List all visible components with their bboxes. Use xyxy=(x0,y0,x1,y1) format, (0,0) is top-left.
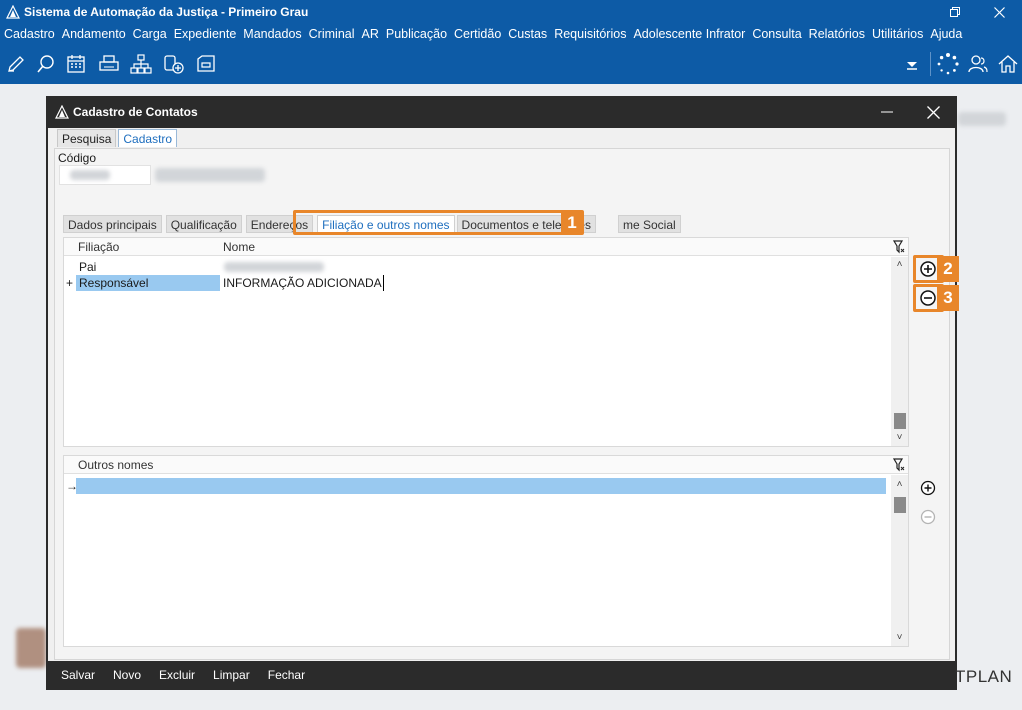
subtab-dados-principais[interactable]: Dados principais xyxy=(63,215,162,233)
close-icon xyxy=(926,105,940,119)
scroll-thumb[interactable] xyxy=(894,413,906,429)
menu-requisitorios[interactable]: Requisitórios xyxy=(552,24,631,44)
codigo-label: Código xyxy=(58,151,97,165)
app-title: Sistema de Automação da Justiça - Primei… xyxy=(24,5,309,19)
callout-highlight-1 xyxy=(293,210,584,235)
salvar-button[interactable]: Salvar xyxy=(61,668,95,682)
dialog-titlebar: Cadastro de Contatos xyxy=(46,96,957,128)
dropdown-arrow-icon[interactable] xyxy=(903,56,921,74)
redacted-text xyxy=(224,262,324,272)
excluir-button[interactable]: Excluir xyxy=(159,668,195,682)
main-menubar: Cadastro Andamento Carga Expediente Mand… xyxy=(0,24,1022,44)
col-outros-nomes[interactable]: Outros nomes xyxy=(78,458,153,472)
dialog-title: Cadastro de Contatos xyxy=(73,105,198,119)
redacted-text xyxy=(70,170,110,180)
home-icon[interactable] xyxy=(996,52,1020,76)
row-marker: + xyxy=(66,276,74,290)
scroll-down-arrow[interactable]: ˅ xyxy=(893,432,906,444)
menu-publicacao[interactable]: Publicação xyxy=(384,24,452,44)
col-filiacao[interactable]: Filiação xyxy=(78,240,119,254)
fechar-button[interactable]: Fechar xyxy=(268,668,305,682)
dialog-logo-icon xyxy=(55,105,69,119)
inbox-icon[interactable] xyxy=(194,52,218,76)
print-icon[interactable] xyxy=(97,52,121,76)
filiacao-scrollbar[interactable]: ˄ ˅ xyxy=(891,257,908,446)
filter-icon[interactable] xyxy=(893,458,905,472)
outros-nomes-grid: Outros nomes → ˄ ˅ xyxy=(63,455,909,647)
scroll-up-arrow[interactable]: ˄ xyxy=(893,479,906,491)
filiacao-grid-header: Filiação Nome xyxy=(64,238,908,256)
minimize-icon xyxy=(881,111,893,113)
subtab-qualificacao[interactable]: Qualificação xyxy=(165,215,242,233)
hierarchy-icon[interactable] xyxy=(129,52,153,76)
callout-badge-3: 3 xyxy=(937,285,959,311)
scroll-up-arrow[interactable]: ˄ xyxy=(893,259,906,271)
redacted-text xyxy=(155,168,265,182)
menu-expediente[interactable]: Expediente xyxy=(172,24,242,44)
col-nome[interactable]: Nome xyxy=(223,240,255,254)
app-titlebar: Sistema de Automação da Justiça - Primei… xyxy=(0,0,1022,24)
subtab-nome-social[interactable]: me Social xyxy=(617,215,681,233)
codigo-field[interactable] xyxy=(59,165,151,185)
dialog-minimize-button[interactable] xyxy=(872,96,902,128)
menu-consulta[interactable]: Consulta xyxy=(750,24,806,44)
row-pai-filiacao[interactable]: Pai xyxy=(79,259,96,275)
edit-icon[interactable] xyxy=(4,52,28,76)
row-responsavel-filiacao[interactable]: Responsável xyxy=(76,275,220,291)
contacts-dialog: Cadastro de Contatos Pesquisa Cadastro C… xyxy=(46,96,959,690)
scroll-thumb[interactable] xyxy=(894,497,906,513)
menu-custas[interactable]: Custas xyxy=(506,24,552,44)
scroll-down-arrow[interactable]: ˅ xyxy=(893,632,906,644)
callout-badge-2: 2 xyxy=(937,256,959,282)
users-icon[interactable] xyxy=(966,52,990,76)
redacted-image xyxy=(16,628,46,668)
menu-mandados[interactable]: Mandados xyxy=(241,24,306,44)
row-marker: → xyxy=(66,479,78,493)
menu-criminal[interactable]: Criminal xyxy=(307,24,360,44)
outros-nomes-new-row[interactable] xyxy=(76,478,886,494)
brand-logo: TPLAN xyxy=(955,667,1013,686)
remove-outro-nome-icon[interactable] xyxy=(919,508,937,526)
money-add-icon[interactable] xyxy=(162,52,186,76)
novo-button[interactable]: Novo xyxy=(113,668,141,682)
redacted-text xyxy=(958,112,1006,126)
restore-icon xyxy=(950,7,960,17)
top-tabs: Pesquisa Cadastro xyxy=(57,129,179,148)
main-toolbar xyxy=(0,44,1022,84)
row-responsavel-nome[interactable]: INFORMAÇÃO ADICIONADA xyxy=(223,275,384,291)
add-outro-nome-icon[interactable] xyxy=(919,479,937,497)
outros-grid-header: Outros nomes xyxy=(64,456,908,474)
app-logo-icon xyxy=(6,5,20,19)
dialog-footer: Salvar Novo Excluir Limpar Fechar xyxy=(48,661,955,688)
menu-andamento[interactable]: Andamento xyxy=(60,24,131,44)
cadastro-page: Código Dados principais Qualificação End… xyxy=(54,148,959,660)
filiacao-grid: Filiação Nome Pai + Responsável INFORMAÇ… xyxy=(63,237,909,447)
menu-ar[interactable]: AR xyxy=(360,24,384,44)
close-window-button[interactable] xyxy=(976,0,1022,24)
menu-certidao[interactable]: Certidão xyxy=(452,24,506,44)
limpar-button[interactable]: Limpar xyxy=(213,668,250,682)
outros-scrollbar[interactable]: ˄ ˅ xyxy=(891,475,908,646)
dialog-body: Pesquisa Cadastro Código Dados principai… xyxy=(48,128,959,661)
tab-pesquisa[interactable]: Pesquisa xyxy=(57,129,117,147)
callout-badge-1: 1 xyxy=(561,211,583,234)
close-icon xyxy=(993,6,1005,18)
menu-utilitarios[interactable]: Utilitários xyxy=(870,24,928,44)
menu-carga[interactable]: Carga xyxy=(131,24,172,44)
dialog-close-button[interactable] xyxy=(918,96,948,128)
menu-adolescente-infrator[interactable]: Adolescente Infrator xyxy=(631,24,750,44)
menu-cadastro[interactable]: Cadastro xyxy=(2,24,60,44)
tab-cadastro[interactable]: Cadastro xyxy=(118,129,178,147)
toolbar-separator xyxy=(930,52,931,76)
restore-window-button[interactable] xyxy=(932,0,978,24)
calendar-icon[interactable] xyxy=(64,52,88,76)
search-process-icon[interactable] xyxy=(34,52,58,76)
menu-relatorios[interactable]: Relatórios xyxy=(807,24,870,44)
filter-icon[interactable] xyxy=(893,240,905,254)
menu-ajuda[interactable]: Ajuda xyxy=(928,24,967,44)
loading-icon[interactable] xyxy=(936,52,960,76)
